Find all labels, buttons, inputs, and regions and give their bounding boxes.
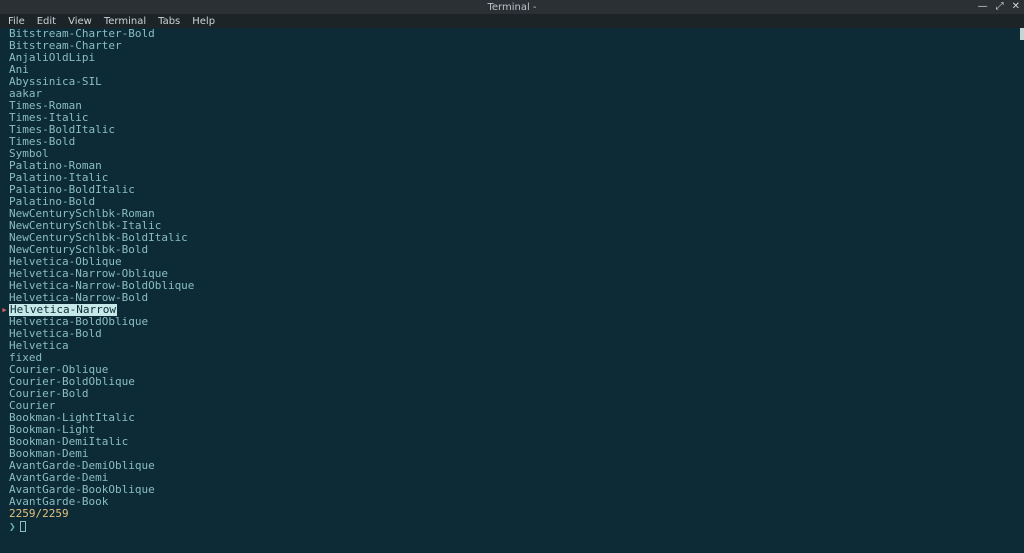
list-item: Ani (0, 64, 1024, 76)
menu-edit[interactable]: Edit (31, 16, 62, 27)
list-item: Helvetica-BoldOblique (0, 316, 1024, 328)
minimize-button[interactable]: — (978, 0, 988, 14)
terminal-area[interactable]: Bitstream-Charter-Bold Bitstream-Charter… (0, 28, 1024, 553)
list-item: AvantGarde-DemiOblique (0, 460, 1024, 472)
cursor (20, 521, 26, 532)
list-item: aakar (0, 88, 1024, 100)
prompt-line[interactable]: ❯ (0, 520, 1024, 533)
menu-file[interactable]: File (2, 16, 31, 27)
list-item: Palatino-Roman (0, 160, 1024, 172)
list-item: Courier-Bold (0, 388, 1024, 400)
prompt-symbol: ❯ (9, 520, 16, 533)
list-item: Bookman-DemiItalic (0, 436, 1024, 448)
window-controls: — ⤢ ✕ (978, 0, 1020, 14)
menu-bar: File Edit View Terminal Tabs Help (0, 14, 1024, 28)
list-item: fixed (0, 352, 1024, 364)
list-item: Courier (0, 400, 1024, 412)
result-counter: 2259/2259 (0, 508, 1024, 520)
list-item: Courier-BoldOblique (0, 376, 1024, 388)
list-item: Bookman-Light (0, 424, 1024, 436)
list-item: Palatino-BoldItalic (0, 184, 1024, 196)
list-item: Helvetica (0, 340, 1024, 352)
menu-view[interactable]: View (62, 16, 98, 27)
list-item: Helvetica-Narrow-BoldOblique (0, 280, 1024, 292)
selection-pointer-icon: ▸ (0, 304, 9, 316)
list-item: Times-Bold (0, 136, 1024, 148)
list-item: Palatino-Italic (0, 172, 1024, 184)
list-item: Courier-Oblique (0, 364, 1024, 376)
list-item: Bookman-LightItalic (0, 412, 1024, 424)
list-item: NewCenturySchlbk-Bold (0, 244, 1024, 256)
list-item: Bitstream-Charter-Bold (0, 28, 1024, 40)
list-item: AvantGarde-Book (0, 496, 1024, 508)
list-item: Symbol (0, 148, 1024, 160)
menu-help[interactable]: Help (186, 16, 221, 27)
scrollbar-thumb[interactable] (1020, 28, 1024, 40)
menu-tabs[interactable]: Tabs (152, 16, 186, 27)
list-item: Times-BoldItalic (0, 124, 1024, 136)
list-item: AnjaliOldLipi (0, 52, 1024, 64)
list-item: Bitstream-Charter (0, 40, 1024, 52)
close-button[interactable]: ✕ (1012, 0, 1020, 14)
window-title: Terminal - (487, 2, 536, 13)
list-item: Abyssinica-SIL (0, 76, 1024, 88)
list-item: Helvetica-Narrow-Bold (0, 292, 1024, 304)
window-titlebar: Terminal - — ⤢ ✕ (0, 0, 1024, 14)
maximize-button[interactable]: ⤢ (996, 0, 1004, 14)
list-item-selected: ▸ Helvetica-Narrow (0, 304, 1024, 316)
list-item: NewCenturySchlbk-BoldItalic (0, 232, 1024, 244)
list-item: Times-Roman (0, 100, 1024, 112)
list-item: Helvetica-Bold (0, 328, 1024, 340)
list-item: Times-Italic (0, 112, 1024, 124)
menu-terminal[interactable]: Terminal (98, 16, 152, 27)
list-item: AvantGarde-BookOblique (0, 484, 1024, 496)
